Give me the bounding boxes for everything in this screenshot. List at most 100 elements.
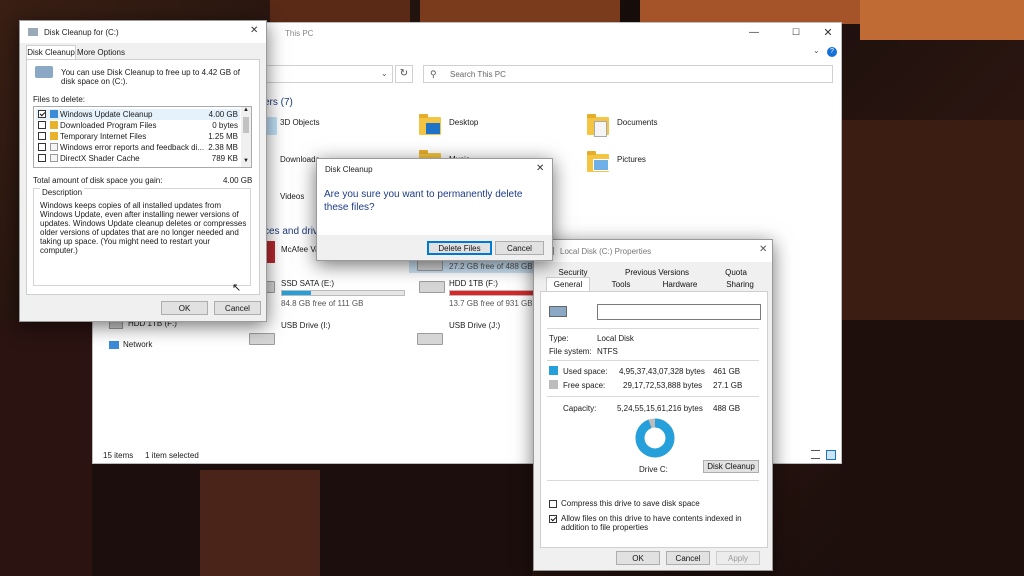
free-space-swatch xyxy=(549,380,558,389)
tiles-view-icon[interactable] xyxy=(826,450,836,460)
disk-cleanup-icon xyxy=(28,28,38,36)
file-type-icon xyxy=(50,154,58,162)
drive-label: USB Drive (J:) xyxy=(449,321,501,330)
free-space-bytes: 29,17,72,53,888 bytes xyxy=(623,381,703,390)
drive-icon xyxy=(549,306,567,317)
drive-label: USB Drive (I:) xyxy=(281,321,331,330)
desktop-icon xyxy=(426,123,440,134)
file-row[interactable]: Windows Update Cleanup 4.00 GB xyxy=(36,109,240,120)
tab-security[interactable]: Security xyxy=(552,268,594,277)
files-list[interactable]: Windows Update Cleanup 4.00 GB Downloaded … xyxy=(33,106,252,168)
file-name: Windows Update Cleanup xyxy=(60,110,153,119)
cancel-button[interactable]: Cancel xyxy=(495,241,544,255)
scroll-thumb[interactable] xyxy=(243,117,249,133)
close-button[interactable]: ✕ xyxy=(819,26,837,40)
close-button[interactable]: ✕ xyxy=(250,25,258,36)
search-icon: ⚲ xyxy=(430,69,437,79)
minimize-button[interactable]: — xyxy=(743,27,765,41)
index-checkbox[interactable] xyxy=(549,514,557,523)
drive-label: Drive C: xyxy=(639,465,668,474)
status-item-count: 15 items xyxy=(103,451,134,460)
tab-hardware[interactable]: Hardware xyxy=(656,280,704,289)
file-checkbox[interactable] xyxy=(38,110,46,118)
close-button[interactable]: ✕ xyxy=(759,244,767,255)
scroll-up-icon[interactable]: ▲ xyxy=(243,107,249,113)
file-row[interactable]: DirectX Shader Cache 789 KB xyxy=(36,153,240,164)
dialog-title: Disk Cleanup xyxy=(325,164,373,174)
file-type-icon xyxy=(50,143,58,151)
close-button[interactable]: ✕ xyxy=(536,163,544,174)
file-size: 789 KB xyxy=(211,154,238,163)
file-size: 1.25 MB xyxy=(208,132,238,141)
folder-label: 3D Objects xyxy=(280,118,320,127)
help-icon[interactable]: ? xyxy=(827,47,837,57)
divider xyxy=(547,396,759,397)
drive-icon xyxy=(109,321,123,329)
drive-free-text: 13.7 GB free of 931 GB xyxy=(449,299,533,308)
drive-cleanup-icon xyxy=(35,66,53,78)
address-bar[interactable] xyxy=(265,65,393,83)
cancel-button[interactable]: Cancel xyxy=(214,301,261,315)
ok-button[interactable]: OK xyxy=(161,301,208,315)
free-space-gb: 27.1 GB xyxy=(713,381,743,390)
address-dropdown-icon[interactable]: ⌄ xyxy=(381,69,388,78)
file-checkbox[interactable] xyxy=(38,143,46,151)
compress-checkbox[interactable] xyxy=(549,499,557,508)
folder-label: Videos xyxy=(280,192,305,201)
file-name: Temporary Internet Files xyxy=(60,132,147,141)
refresh-button[interactable]: ↻ xyxy=(395,65,413,83)
tab-disk-cleanup[interactable]: Disk Cleanup xyxy=(26,45,76,60)
search-placeholder: Search This PC xyxy=(450,70,506,79)
disk-cleanup-dialog: Disk Cleanup for (C:) ✕ Disk Cleanup Mor… xyxy=(19,20,267,322)
ok-button[interactable]: OK xyxy=(616,551,660,565)
chevron-down-icon[interactable]: ⌄ xyxy=(813,46,820,55)
free-space-label: Free space: xyxy=(563,381,606,390)
file-system-value: NTFS xyxy=(597,347,618,356)
compress-label: Compress this drive to save disk space xyxy=(561,499,700,508)
tab-tools[interactable]: Tools xyxy=(600,280,642,289)
devices-group-header: ces and driv xyxy=(264,226,318,237)
drive-free-text: 27.2 GB free of 488 GB xyxy=(449,262,533,271)
status-selected-count: 1 item selected xyxy=(145,451,199,460)
file-type-icon xyxy=(50,132,58,140)
file-checkbox[interactable] xyxy=(38,132,46,140)
drive-free-text: 84.8 GB free of 111 GB xyxy=(281,299,364,308)
file-row[interactable]: Windows error reports and feedback di...… xyxy=(36,142,240,153)
properties-dialog: Local Disk (C:) Properties ✕ Security Pr… xyxy=(533,239,773,571)
file-size: 2.38 MB xyxy=(208,143,238,152)
divider xyxy=(547,328,759,329)
confirm-delete-dialog: Disk Cleanup ✕ Are you sure you want to … xyxy=(316,158,553,261)
file-name: DirectX Shader Cache xyxy=(60,154,140,163)
apply-button[interactable]: Apply xyxy=(716,551,760,565)
tab-sharing[interactable]: Sharing xyxy=(720,280,760,289)
index-label: Allow files on this drive to have conten… xyxy=(561,514,742,532)
file-row[interactable]: Downloaded Program Files 0 bytes xyxy=(36,120,240,131)
disk-cleanup-button[interactable]: Disk Cleanup xyxy=(703,460,759,473)
tab-more-options[interactable]: More Options xyxy=(76,47,126,59)
intro-text: You can use Disk Cleanup to free up to 4… xyxy=(61,68,240,86)
search-input[interactable]: ⚲ Search This PC xyxy=(423,65,833,83)
maximize-button[interactable]: ☐ xyxy=(785,27,807,41)
drive-label: SSD SATA (E:) xyxy=(281,279,335,288)
description-box: Description Windows keeps copies of all … xyxy=(33,188,251,286)
file-checkbox[interactable] xyxy=(38,121,46,129)
file-checkbox[interactable] xyxy=(38,154,46,162)
scroll-down-icon[interactable]: ▼ xyxy=(243,158,249,164)
cancel-button[interactable]: Cancel xyxy=(666,551,710,565)
usb-drive-icon xyxy=(417,333,443,345)
tab-quota[interactable]: Quota xyxy=(720,268,752,277)
capacity-label: Capacity: xyxy=(563,404,597,413)
dialog-title: Local Disk (C:) Properties xyxy=(560,246,652,256)
delete-files-button[interactable]: Delete Files xyxy=(427,241,492,255)
details-view-icon[interactable] xyxy=(811,450,820,459)
tab-previous-versions[interactable]: Previous Versions xyxy=(618,268,696,277)
folder-label: Documents xyxy=(617,118,658,127)
used-space-swatch xyxy=(549,366,558,375)
tab-general[interactable]: General xyxy=(546,277,590,292)
drive-name-input[interactable] xyxy=(597,304,761,320)
scrollbar[interactable]: ▲ ▼ xyxy=(241,107,251,167)
file-size: 4.00 GB xyxy=(208,110,238,119)
nav-label: Network xyxy=(123,340,153,349)
file-row[interactable]: Temporary Internet Files 1.25 MB xyxy=(36,131,240,142)
folder-label: Pictures xyxy=(617,155,646,164)
